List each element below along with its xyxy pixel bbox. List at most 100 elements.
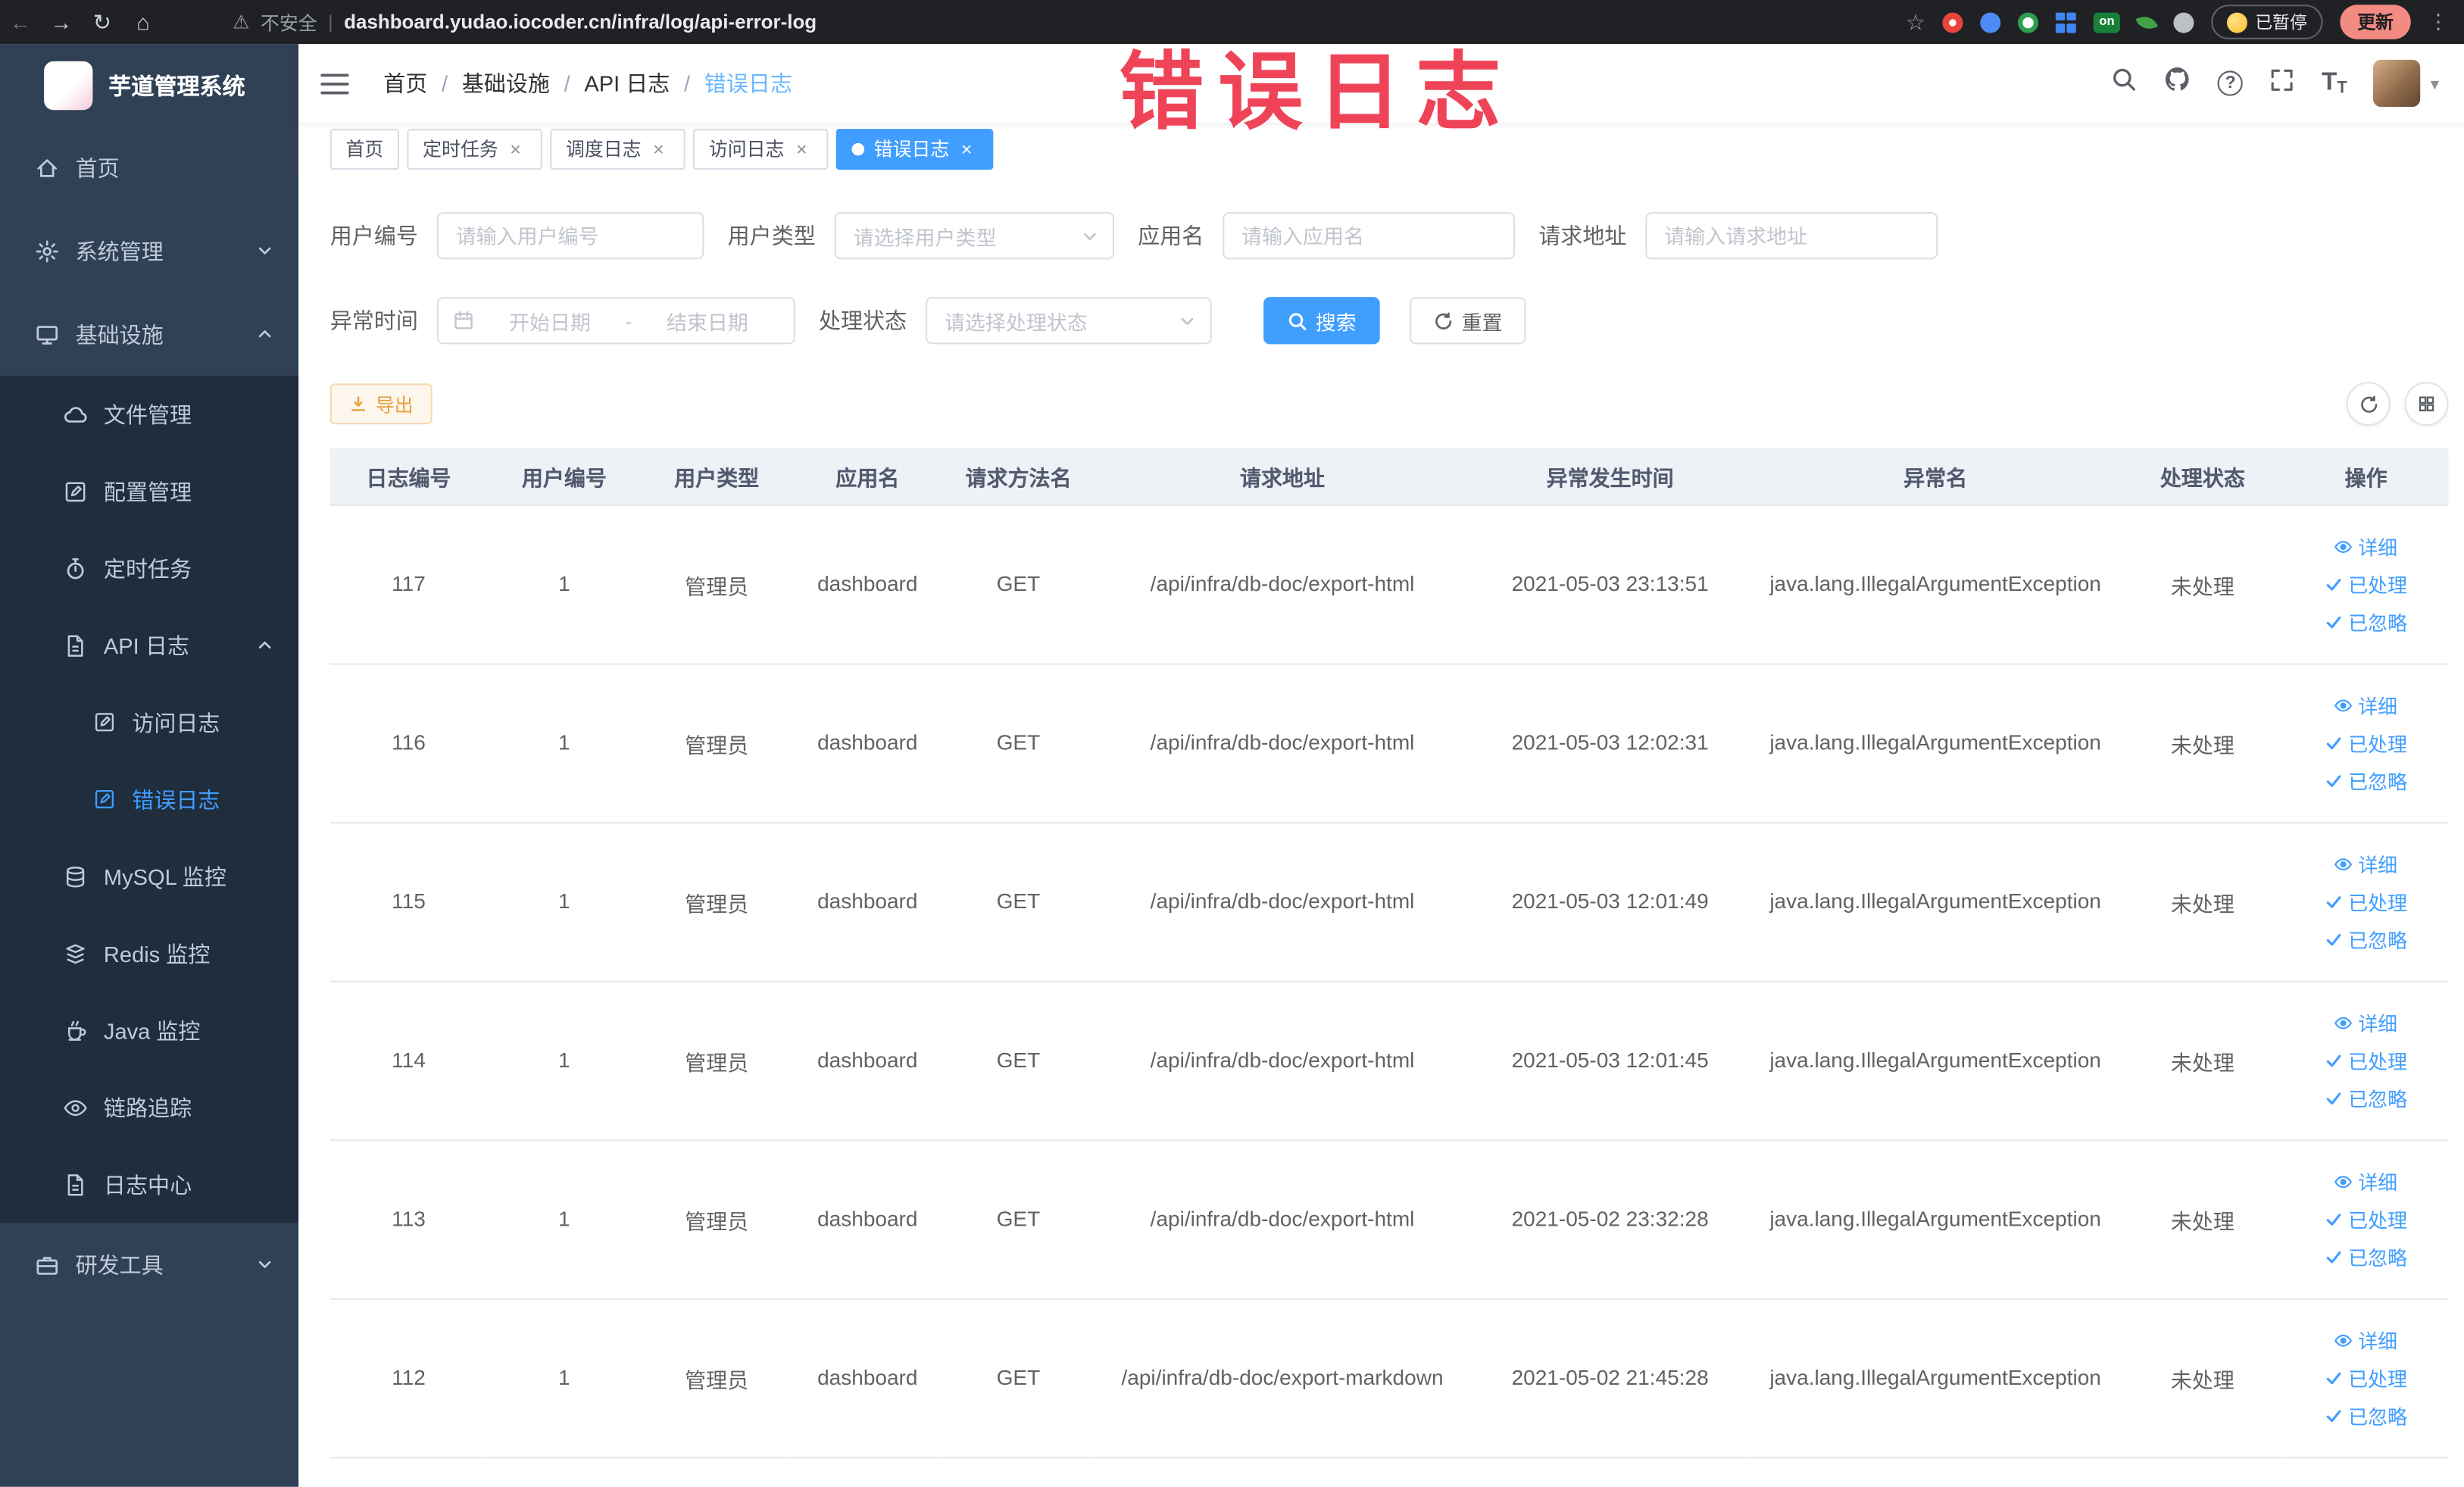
ignored-link[interactable]: 已忽略	[2325, 603, 2407, 641]
reload-icon[interactable]: ↻	[82, 8, 123, 35]
sidebar-item-error-log[interactable]: 错误日志	[0, 761, 298, 838]
detail-link[interactable]: 详细	[2334, 686, 2397, 724]
ignored-link[interactable]: 已忽略	[2325, 920, 2407, 958]
log-id-cell: 112	[329, 1298, 488, 1458]
status-cell: 未处理	[2121, 1139, 2284, 1299]
user-id-input[interactable]	[436, 212, 704, 260]
question-icon[interactable]: ?	[2218, 70, 2244, 96]
processed-link[interactable]: 已处理	[2325, 883, 2407, 920]
reset-button[interactable]: 重置	[1410, 297, 1526, 345]
user-id-cell: 1	[487, 505, 642, 664]
fullscreen-icon[interactable]	[2270, 67, 2295, 100]
filter-user-id: 用户编号	[330, 212, 704, 260]
ignored-link[interactable]: 已忽略	[2325, 1079, 2407, 1117]
extension-blue-icon[interactable]	[1980, 11, 2001, 33]
sidebar-item-config-management[interactable]: 配置管理	[0, 453, 298, 530]
breadcrumb-home[interactable]: 首页	[383, 67, 427, 98]
check-icon	[2327, 1251, 2341, 1263]
end-date-placeholder[interactable]: 结束日期	[636, 306, 780, 336]
sidebar-item-scheduled-tasks[interactable]: 定时任务	[0, 530, 298, 607]
user-type-cell: 管理员	[641, 1139, 792, 1299]
bookmark-star-icon[interactable]: ☆	[1906, 8, 1925, 35]
sidebar-item-log-center[interactable]: 日志中心	[0, 1146, 298, 1223]
app-name-cell: dashboard	[792, 1298, 943, 1458]
breadcrumb-infra[interactable]: 基础设施	[462, 67, 550, 98]
github-icon[interactable]	[2165, 66, 2191, 101]
detail-link[interactable]: 详细	[2334, 1321, 2397, 1359]
request-url-input[interactable]	[1645, 212, 1938, 260]
sidebar-item-java-monitor[interactable]: Java 监控	[0, 992, 298, 1069]
cloud-icon	[63, 401, 88, 426]
tab-access-log[interactable]: 访问日志 ×	[693, 128, 829, 170]
extension-red-icon[interactable]	[1942, 11, 1963, 33]
chrome-menu-icon[interactable]: ⋮	[2428, 9, 2449, 34]
search-button[interactable]: 搜索	[1263, 297, 1380, 345]
home-icon[interactable]: ⌂	[123, 9, 164, 34]
processed-link[interactable]: 已处理	[2325, 565, 2407, 603]
app-name-input[interactable]	[1223, 212, 1516, 260]
sidebar-item-infra[interactable]: 基础设施	[0, 292, 298, 376]
sidebar-item-access-log[interactable]: 访问日志	[0, 684, 298, 761]
hamburger-icon[interactable]	[298, 71, 370, 95]
timer-icon	[63, 555, 88, 580]
paused-badge[interactable]: 已暂停	[2211, 5, 2323, 39]
detail-link[interactable]: 详细	[2334, 1162, 2397, 1200]
back-icon[interactable]: ←	[0, 9, 41, 34]
detail-link[interactable]: 详细	[2334, 845, 2397, 883]
eye-icon	[2335, 698, 2353, 711]
extension-grid-icon[interactable]	[2056, 11, 2077, 33]
extension-paw-icon[interactable]	[2173, 11, 2194, 33]
close-icon[interactable]: ×	[956, 138, 978, 160]
ignored-link[interactable]: 已忽略	[2325, 761, 2407, 799]
breadcrumb-separator: /	[564, 70, 570, 96]
update-button[interactable]: 更新	[2340, 5, 2411, 39]
sidebar-item-devtools[interactable]: 研发工具	[0, 1223, 298, 1306]
user-type-select[interactable]: 请选择用户类型	[834, 212, 1115, 260]
exception-time-cell: 2021-05-02 23:32:28	[1471, 1139, 1750, 1299]
gear-icon	[35, 238, 60, 263]
tab-scheduled-tasks[interactable]: 定时任务 ×	[407, 128, 542, 170]
address-bar[interactable]: ⚠ 不安全 | dashboard.yudao.iocoder.cn/infra…	[233, 8, 817, 35]
export-button[interactable]: 导出	[329, 383, 433, 425]
column-settings-button[interactable]	[2404, 382, 2449, 426]
sidebar-item-trace[interactable]: 链路追踪	[0, 1069, 298, 1146]
processed-link[interactable]: 已处理	[2325, 1042, 2407, 1079]
tab-dispatch-log[interactable]: 调度日志 ×	[550, 128, 685, 170]
ignored-link[interactable]: 已忽略	[2325, 1396, 2407, 1434]
detail-link[interactable]: 详细	[2334, 1004, 2397, 1042]
filter-label: 请求地址	[1538, 223, 1627, 248]
process-status-select[interactable]: 请选择处理状态	[926, 297, 1212, 345]
extension-leaf-icon[interactable]	[2135, 12, 2158, 32]
processed-link[interactable]: 已处理	[2325, 1359, 2407, 1397]
processed-link[interactable]: 已处理	[2325, 723, 2407, 761]
sidebar-item-redis-monitor[interactable]: Redis 监控	[0, 915, 298, 992]
start-date-placeholder[interactable]: 开始日期	[478, 306, 623, 336]
breadcrumb-api-log[interactable]: API 日志	[584, 67, 670, 98]
close-icon[interactable]: ×	[791, 138, 813, 160]
close-icon[interactable]: ×	[648, 138, 670, 160]
processed-link[interactable]: 已处理	[2325, 1200, 2407, 1238]
extension-green-icon[interactable]	[2018, 11, 2039, 33]
ignored-link[interactable]: 已忽略	[2325, 1238, 2407, 1276]
extension-on-icon[interactable]: on	[2094, 11, 2120, 33]
request-url-cell: /api/infra/db-doc/export-html	[1094, 980, 1472, 1141]
exception-name-cell: java.lang.IllegalArgumentException	[1749, 505, 2122, 664]
close-icon[interactable]: ×	[504, 138, 526, 160]
date-range-picker[interactable]: 开始日期 - 结束日期	[436, 297, 795, 345]
user-id-cell: 1	[487, 1298, 642, 1458]
actions-cell: 详细 已处理 已忽略	[2283, 1298, 2449, 1458]
font-size-icon[interactable]: TT	[2322, 70, 2347, 95]
forward-icon[interactable]: →	[41, 9, 82, 34]
sidebar-item-system[interactable]: 系统管理	[0, 209, 298, 292]
sidebar-item-home[interactable]: 首页	[0, 126, 298, 209]
search-icon[interactable]	[2111, 66, 2138, 101]
tab-home[interactable]: 首页	[329, 128, 400, 170]
refresh-button[interactable]	[2346, 382, 2391, 426]
user-menu[interactable]: ▾	[2373, 59, 2439, 108]
sidebar-item-mysql-monitor[interactable]: MySQL 监控	[0, 838, 298, 915]
filter-app-name: 应用名	[1138, 212, 1516, 260]
sidebar-item-api-log[interactable]: API 日志	[0, 607, 298, 684]
tab-error-log[interactable]: 错误日志 ×	[835, 128, 994, 170]
detail-link[interactable]: 详细	[2334, 527, 2397, 565]
sidebar-item-file-management[interactable]: 文件管理	[0, 376, 298, 453]
